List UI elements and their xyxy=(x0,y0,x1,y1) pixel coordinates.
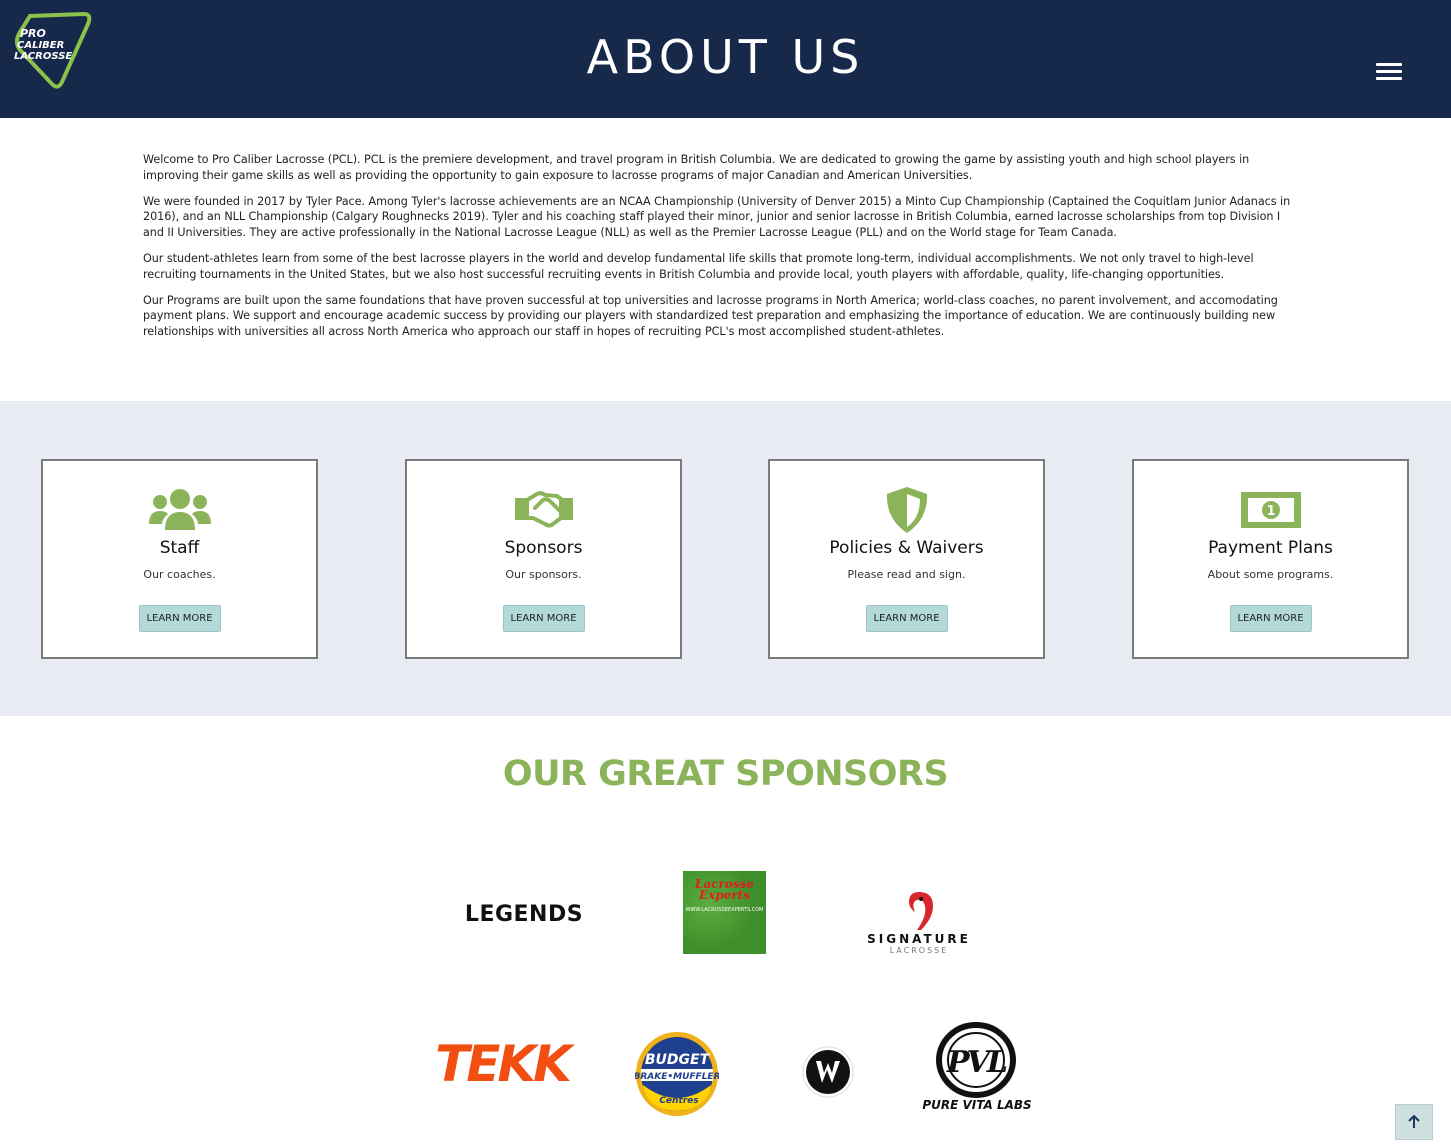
pvl-caption: PURE VITA LABS xyxy=(922,1098,1032,1112)
handshake-icon xyxy=(407,485,680,535)
budget-logo-line-1: BUDGET xyxy=(645,1052,711,1068)
hamburger-menu-icon[interactable] xyxy=(1376,63,1402,85)
page-title: ABOUT US xyxy=(586,30,865,84)
card-title: Staff xyxy=(159,538,200,558)
intro-paragraph: Our Programs are built upon the same fou… xyxy=(143,293,1278,338)
card-payment-plans: 1 Payment Plans About some programs. LEA… xyxy=(1132,459,1409,659)
budget-logo-line-4: Centres xyxy=(659,1096,699,1106)
site-header: PRO CALIBER LACROSSE ABOUT US xyxy=(0,0,1451,118)
legends-logo[interactable]: LEGENDS xyxy=(465,896,583,932)
lacrosse-experts-url: WWW.LACROSSEEXPERTS.COM xyxy=(685,907,764,913)
card-staff: Staff Our coaches. LEARN MORE xyxy=(41,459,318,659)
flamingo-icon xyxy=(909,891,933,930)
learn-more-button[interactable]: LEARN MORE xyxy=(502,605,585,632)
legends-logo-text: LEGENDS xyxy=(464,901,584,927)
signature-logo-text: SIGNATURE xyxy=(867,931,971,946)
feature-cards-section: Staff Our coaches. LEARN MORE Sponsors O… xyxy=(0,401,1451,716)
card-title: Policies & Waivers xyxy=(829,538,984,558)
svg-text:1: 1 xyxy=(1266,504,1275,519)
intro-paragraph: Welcome to Pro Caliber Lacrosse (PCL). P… xyxy=(143,153,1250,182)
shield-icon xyxy=(770,485,1043,535)
pure-vita-labs-logo[interactable]: PVL PURE VITA LABS xyxy=(920,1018,1034,1116)
tekk-logo[interactable]: TEKK xyxy=(427,1035,577,1093)
learn-more-button[interactable]: LEARN MORE xyxy=(138,605,221,632)
budget-brake-muffler-logo[interactable]: BUDGET BRAKE•MUFFLER Auto Centres xyxy=(634,1031,720,1117)
pvl-mark-text: PVL xyxy=(946,1045,1007,1080)
signature-logo-subtext: LACROSSE xyxy=(889,945,949,955)
intro-paragraph: We were founded in 2017 by Tyler Pace. A… xyxy=(143,194,1291,239)
sponsors-heading: OUR GREAT SPONSORS xyxy=(502,754,949,794)
signature-lacrosse-logo[interactable]: SIGNATURE LACROSSE xyxy=(860,882,978,962)
card-sponsors: Sponsors Our sponsors. LEARN MORE xyxy=(405,459,682,659)
learn-more-button[interactable]: LEARN MORE xyxy=(1229,605,1312,632)
card-description: Please read and sign. xyxy=(847,568,966,581)
card-title: Sponsors xyxy=(504,538,583,558)
users-icon xyxy=(43,485,316,535)
card-policies: Policies & Waivers Please read and sign.… xyxy=(768,459,1045,659)
arrow-up-icon xyxy=(1408,1115,1420,1128)
tekk-logo-text: TEKK xyxy=(435,1035,572,1093)
card-title: Payment Plans xyxy=(1208,538,1333,558)
about-intro: Welcome to Pro Caliber Lacrosse (PCL). P… xyxy=(143,152,1303,350)
lacrosse-experts-logo[interactable]: Lacrosse Experts WWW.LACROSSEEXPERTS.COM xyxy=(683,871,766,954)
card-description: Our coaches. xyxy=(143,568,216,581)
warrior-logo[interactable] xyxy=(801,1045,855,1099)
budget-logo-line-2: BRAKE•MUFFLER xyxy=(635,1072,719,1082)
back-to-top-button[interactable] xyxy=(1395,1104,1433,1140)
card-description: Our sponsors. xyxy=(505,568,582,581)
card-description: About some programs. xyxy=(1207,568,1334,581)
learn-more-button[interactable]: LEARN MORE xyxy=(865,605,948,632)
money-bill-icon: 1 xyxy=(1134,485,1407,535)
lacrosse-experts-line-2: Experts xyxy=(699,888,750,902)
intro-paragraph: Our student-athletes learn from some of … xyxy=(143,251,1254,281)
